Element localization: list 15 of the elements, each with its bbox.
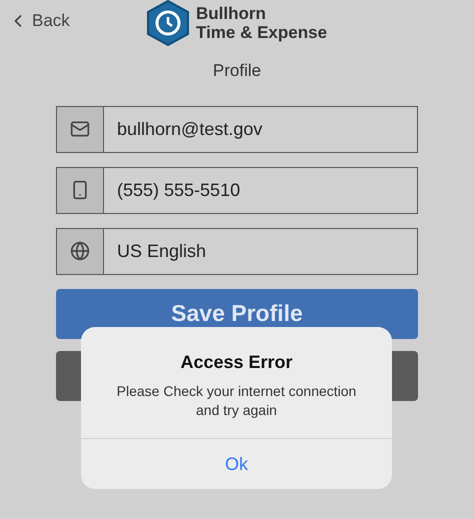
input-field[interactable]: US English (56, 228, 418, 274)
field-value: (555) 555-5510 (116, 178, 242, 202)
globe-icon (70, 241, 90, 261)
app-name: Bullhorn (196, 4, 267, 23)
logo-icon (146, 0, 190, 46)
field-value: bullhorn@test.gov (116, 118, 264, 141)
envelope-icon (70, 119, 90, 139)
input-field[interactable]: bullhorn@test.gov (56, 106, 418, 152)
field-value: US English (116, 240, 208, 263)
page-title: Profile (212, 60, 262, 82)
app-name-subtitle: Time & Expense (196, 23, 328, 42)
alert-message: Please Check your internet connection and try again (116, 382, 358, 420)
back-button[interactable]: Back (8, 8, 70, 34)
input-field[interactable]: (555) 555-5510 (56, 166, 418, 214)
alert-title: Access Error (180, 351, 293, 374)
